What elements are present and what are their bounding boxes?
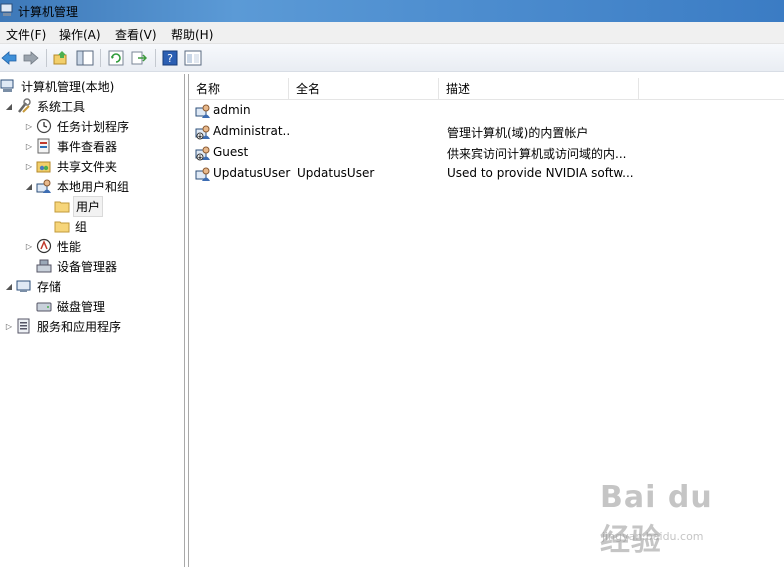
disabled-user-icon bbox=[195, 125, 210, 140]
user-name: Guest bbox=[213, 145, 249, 159]
navigation-tree: 计算机管理(本地) ◢ 系统工具 ▷ 任务计划程序 ▷ 事件查看器 ▷ 共享文件… bbox=[0, 74, 185, 567]
user-name: UpdatusUser bbox=[213, 166, 291, 180]
tree-label: 事件查看器 bbox=[57, 139, 118, 154]
user-fullname: UpdatusUser bbox=[297, 166, 375, 180]
clock-icon bbox=[36, 118, 52, 134]
user-name: admin bbox=[213, 103, 251, 117]
properties-icon[interactable] bbox=[184, 49, 202, 67]
watermark-url: jingyan.baidu.com bbox=[602, 530, 704, 543]
tree-item-groups[interactable]: 组 bbox=[54, 216, 89, 236]
forward-arrow-icon[interactable] bbox=[22, 49, 40, 67]
user-description: 管理计算机(域)的内置帐户 bbox=[447, 126, 589, 140]
shared-folder-icon bbox=[36, 161, 51, 173]
menu-help[interactable]: 帮助(H) bbox=[171, 26, 213, 43]
tree-item-system-tools[interactable]: ◢ 系统工具 bbox=[4, 96, 87, 116]
tree-label: 设备管理器 bbox=[57, 259, 118, 274]
tree-item-services-apps[interactable]: ▷ 服务和应用程序 bbox=[4, 316, 123, 336]
user-name: Administrat... bbox=[213, 124, 289, 138]
user-row[interactable]: Administrat... 管理计算机(域)的内置帐户 bbox=[193, 122, 783, 142]
tree-label: 性能 bbox=[57, 239, 82, 254]
user-row[interactable]: admin bbox=[193, 101, 783, 121]
tree-label: 用户 bbox=[73, 195, 104, 217]
computer-management-icon bbox=[0, 79, 14, 92]
user-description: 供来宾访问计算机或访问域的内... bbox=[447, 147, 627, 161]
expand-arrow-icon[interactable]: ▷ bbox=[24, 162, 34, 171]
title-bar: 计算机管理 bbox=[0, 0, 784, 22]
export-icon[interactable] bbox=[130, 49, 148, 67]
tree-item-shared-folders[interactable]: ▷ 共享文件夹 bbox=[24, 156, 119, 176]
disk-icon bbox=[36, 302, 52, 312]
services-icon bbox=[17, 318, 30, 334]
tools-icon bbox=[18, 98, 31, 113]
watermark-logo: Bai du 经验 bbox=[600, 480, 713, 558]
menu-view[interactable]: 查看(V) bbox=[115, 26, 157, 43]
user-icon bbox=[195, 104, 210, 118]
device-manager-icon bbox=[36, 259, 52, 273]
toolbar-separator bbox=[46, 49, 47, 67]
folder-icon bbox=[54, 221, 70, 233]
expand-arrow-icon[interactable]: ▷ bbox=[24, 242, 34, 251]
tree-item-event-viewer[interactable]: ▷ 事件查看器 bbox=[24, 136, 119, 156]
tree-item-disk-management[interactable]: 磁盘管理 bbox=[36, 296, 107, 316]
expand-arrow-icon[interactable]: ▷ bbox=[4, 322, 14, 331]
tree-label: 系统工具 bbox=[37, 99, 86, 114]
menu-action[interactable]: 操作(A) bbox=[59, 26, 101, 43]
tree-label: 任务计划程序 bbox=[57, 119, 130, 134]
expand-arrow-icon[interactable]: ▷ bbox=[24, 122, 34, 131]
collapse-arrow-icon[interactable]: ◢ bbox=[24, 182, 34, 191]
toolbar: ? bbox=[0, 44, 784, 72]
user-description: Used to provide NVIDIA softw... bbox=[447, 166, 634, 180]
svg-text:?: ? bbox=[167, 52, 173, 65]
tree-label: 存储 bbox=[37, 279, 62, 294]
tree-item-performance[interactable]: ▷ 性能 bbox=[24, 236, 83, 256]
column-header-fullname[interactable]: 全名 bbox=[289, 78, 439, 100]
column-header-name[interactable]: 名称 bbox=[189, 78, 289, 100]
tree-label: 计算机管理(本地) bbox=[21, 79, 115, 94]
menu-bar: 文件(F) 操作(A) 查看(V) 帮助(H) bbox=[0, 22, 784, 44]
tree-item-root[interactable]: 计算机管理(本地) bbox=[0, 76, 116, 96]
baidu-jingyan-watermark: Bai du 经验 jingyan.baidu.com bbox=[600, 480, 750, 558]
performance-icon bbox=[36, 238, 52, 254]
tree-item-device-manager[interactable]: 设备管理器 bbox=[36, 256, 119, 276]
help-icon[interactable]: ? bbox=[161, 49, 179, 67]
column-header-description[interactable]: 描述 bbox=[439, 78, 639, 100]
window-title: 计算机管理 bbox=[18, 5, 79, 19]
column-header-empty bbox=[639, 78, 784, 100]
folder-icon bbox=[54, 201, 70, 213]
menu-file[interactable]: 文件(F) bbox=[6, 26, 46, 43]
tree-item-storage[interactable]: ◢ 存储 bbox=[4, 276, 63, 296]
disabled-user-icon bbox=[195, 146, 210, 161]
users-group-icon bbox=[36, 179, 51, 193]
user-icon bbox=[195, 167, 210, 181]
expand-arrow-icon[interactable]: ▷ bbox=[24, 142, 34, 151]
tree-label: 共享文件夹 bbox=[57, 159, 118, 174]
user-row[interactable]: Guest 供来宾访问计算机或访问域的内... bbox=[193, 143, 783, 163]
tree-label: 本地用户和组 bbox=[57, 179, 130, 194]
refresh-icon[interactable] bbox=[107, 49, 125, 67]
tree-item-task-scheduler[interactable]: ▷ 任务计划程序 bbox=[24, 116, 131, 136]
back-arrow-icon[interactable] bbox=[0, 49, 18, 67]
collapse-arrow-icon[interactable]: ◢ bbox=[4, 102, 14, 111]
collapse-arrow-icon[interactable]: ◢ bbox=[4, 282, 14, 291]
tree-label: 磁盘管理 bbox=[57, 299, 106, 314]
event-viewer-icon bbox=[37, 138, 50, 154]
show-tree-icon[interactable] bbox=[76, 49, 94, 67]
up-folder-icon[interactable] bbox=[52, 49, 70, 67]
tree-label: 服务和应用程序 bbox=[37, 319, 122, 334]
tree-label: 组 bbox=[75, 219, 88, 234]
toolbar-separator bbox=[100, 49, 101, 67]
user-row[interactable]: UpdatusUser UpdatusUser Used to provide … bbox=[193, 164, 783, 184]
tree-item-local-users-groups[interactable]: ◢ 本地用户和组 bbox=[24, 176, 131, 196]
storage-icon bbox=[16, 280, 31, 292]
tree-item-users[interactable]: 用户 bbox=[54, 195, 104, 217]
computer-management-icon bbox=[0, 3, 13, 16]
toolbar-separator bbox=[155, 49, 156, 67]
